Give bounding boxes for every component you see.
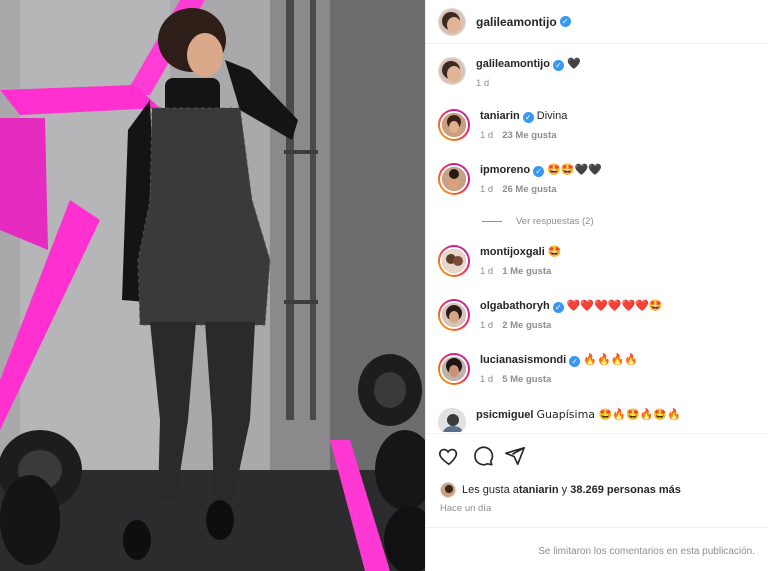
comment-item: olgabathoryh ✓ ❤️❤️❤️❤️❤️❤️🤩 1 d 2 Me gust…: [438, 299, 663, 331]
comment-likes[interactable]: 1 Me gusta: [502, 266, 551, 277]
caption: galileamontijo ✓ 🖤 1 d: [438, 57, 581, 89]
comment-text: 🤩🤩🖤🖤: [547, 163, 602, 176]
verified-badge-icon: ✓: [552, 302, 564, 313]
comment-item: montijoxgali 🤩 1 d 1 Me gusta: [438, 245, 562, 277]
commenter-avatar[interactable]: [438, 245, 470, 277]
comment-likes[interactable]: 26 Me gusta: [502, 184, 556, 195]
post-sidebar: galileamontijo ✓ galileamontijo✓ 🖤 1 d: [425, 0, 768, 571]
author-username[interactable]: galileamontijo: [476, 15, 557, 29]
share-icon[interactable]: [504, 445, 526, 467]
likes-middle: y: [558, 484, 571, 496]
commenter-avatar[interactable]: [438, 353, 470, 385]
verified-badge-icon: ✓: [533, 166, 545, 177]
commenter-username[interactable]: lucianasismondi: [480, 354, 566, 366]
likes-prefix: Les gusta a: [462, 484, 519, 496]
comments-limited-notice: Se limitaron los comentarios en esta pub…: [426, 527, 768, 571]
commenter-username[interactable]: olgabathoryh: [480, 300, 550, 312]
view-replies-button[interactable]: Ver respuestas (2): [482, 216, 594, 227]
view-replies-label: Ver respuestas (2): [516, 216, 594, 227]
post-photo-illustration: [0, 0, 425, 571]
likes-count[interactable]: 38.269 personas más: [570, 484, 681, 496]
post-photo[interactable]: [0, 0, 425, 571]
caption-username[interactable]: galileamontijo: [476, 58, 550, 70]
author-avatar[interactable]: [438, 7, 466, 36]
caption-time: 1 d: [476, 78, 490, 89]
replies-divider: [482, 221, 502, 222]
commenter-username[interactable]: psicmiguel: [476, 409, 533, 421]
comment-text: 🤩: [547, 245, 562, 258]
comment-text: ❤️❤️❤️❤️❤️❤️🤩: [566, 299, 663, 312]
verified-badge-icon: ✓: [559, 16, 571, 27]
commenter-username[interactable]: montijoxgali: [480, 246, 545, 258]
comment-time: 1 d: [480, 130, 494, 141]
comment-likes[interactable]: 23 Me gusta: [502, 130, 556, 141]
comment-time: 1 d: [480, 320, 494, 331]
commenter-avatar[interactable]: [438, 163, 470, 195]
comment-text: Guapísima 🤩🔥🤩🔥🤩🔥: [536, 408, 681, 421]
comment-item: ipmoreno ✓ 🤩🤩🖤🖤 1 d 26 Me gusta: [438, 163, 602, 195]
comments-list[interactable]: galileamontijo ✓ 🖤 1 d taniarin ✓ Divina 1…: [426, 45, 768, 432]
caption-avatar[interactable]: [438, 57, 466, 85]
comment-text: Divina: [536, 110, 568, 122]
commenter-avatar[interactable]: [438, 408, 466, 432]
comment-time: 1 d: [480, 266, 494, 277]
commenter-avatar[interactable]: [438, 299, 470, 331]
commenter-avatar[interactable]: [438, 109, 470, 141]
comment-item: lucianasismondi ✓ 🔥🔥🔥🔥 1 d 5 Me gusta: [438, 353, 638, 385]
likes-summary[interactable]: Les gusta a taniarin y 38.269 personas m…: [440, 482, 681, 498]
comment-likes[interactable]: 5 Me gusta: [502, 374, 551, 385]
comment-item: taniarin ✓ Divina 1 d 23 Me gusta: [438, 109, 567, 141]
comment-time: 1 d: [480, 184, 494, 195]
caption-text: 🖤: [567, 57, 581, 70]
verified-badge-icon: ✓: [569, 356, 581, 367]
post-header: galileamontijo ✓: [426, 0, 768, 44]
post-timestamp: Hace un día: [440, 503, 492, 514]
commenter-username[interactable]: ipmoreno: [480, 164, 530, 176]
comment-icon[interactable]: [472, 445, 494, 467]
comment-text: 🔥🔥🔥🔥: [583, 353, 639, 366]
comment-item: psicmiguel Guapísima 🤩🔥🤩🔥🤩🔥: [438, 408, 681, 432]
heart-icon[interactable]: [438, 445, 460, 467]
verified-badge-icon: ✓: [552, 60, 564, 71]
comment-likes[interactable]: 2 Me gusta: [502, 320, 551, 331]
comment-time: 1 d: [480, 374, 494, 385]
liker-avatar: [440, 482, 456, 498]
likes-user[interactable]: taniarin: [519, 484, 559, 496]
commenter-username[interactable]: taniarin: [480, 110, 520, 122]
verified-badge-icon: ✓: [522, 112, 534, 123]
post-actions: [426, 433, 768, 473]
